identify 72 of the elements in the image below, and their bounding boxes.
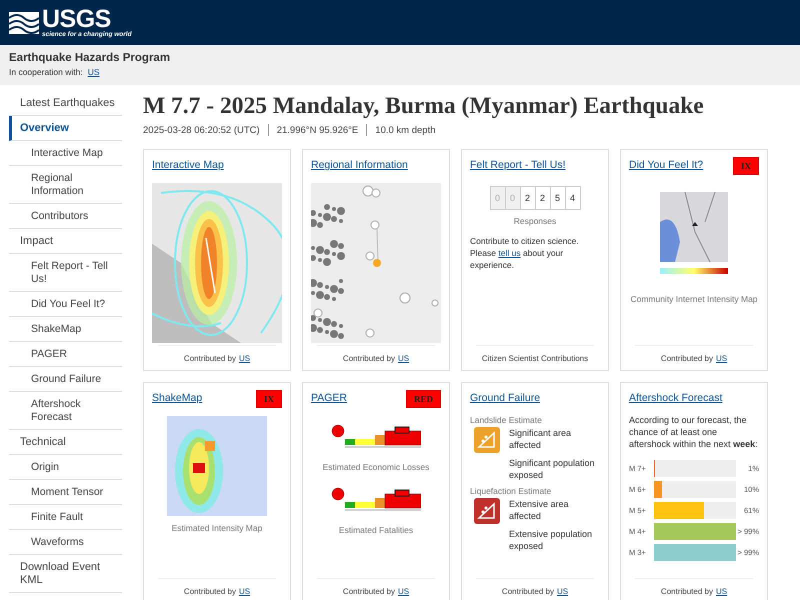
footer-text: Contributed by (184, 586, 236, 596)
footer-text: Contributed by (660, 586, 713, 596)
felt-invitation-text: Contribute to citizen science. Please tell us about your experience. (470, 235, 580, 271)
card-title-link[interactable]: ShakeMap (152, 392, 202, 404)
footer-text: Contributed by (502, 586, 554, 596)
response-digit: 5 (550, 187, 566, 209)
estimate-text: Significant population exposed (509, 457, 596, 481)
sidebar-item[interactable]: Regional Information (9, 166, 122, 204)
event-location: 21.996°N 95.926°E (276, 124, 358, 136)
contributor-link[interactable]: US (556, 586, 568, 596)
sidebar-item[interactable]: Latest Earthquakes (9, 91, 122, 116)
estimate-text: Extensive area affected (509, 498, 570, 522)
sidebar-item[interactable]: Interactive Map (9, 141, 122, 166)
estimate-heading: Liquefaction Estimate (470, 486, 552, 496)
estimate-heading: Landslide Estimate (470, 415, 543, 425)
sidebar-item[interactable]: Impact (9, 229, 122, 254)
wave-logo-icon (9, 12, 39, 34)
sidebar-item[interactable]: Did You Feel It? (9, 292, 122, 317)
sidebar-item[interactable]: ShakeMap (9, 317, 122, 342)
pager-caption: Estimated Fatalities (338, 524, 414, 536)
sidebar-item[interactable]: Technical (9, 430, 122, 455)
cooperation-link[interactable]: US (88, 66, 100, 78)
map-caption: Estimated Intensity Map (172, 522, 262, 534)
event-title: M 7.7 - 2025 Mandalay, Burma (Myanmar) Earthquake (143, 92, 705, 120)
sidebar-item[interactable]: Waveforms (9, 530, 122, 555)
footer-text: Citizen Scientist Contributions (482, 354, 588, 362)
sidebar-item[interactable]: Ground Failure (9, 367, 122, 392)
map-caption: Community Internet Intensity Map (630, 293, 758, 305)
card-title-link[interactable]: Did You Feel It? (629, 159, 704, 171)
event-depth: 10.0 km depth (375, 124, 436, 136)
footer-text: Contributed by (184, 354, 236, 362)
contributor-link[interactable]: US (716, 586, 728, 596)
estimate-text: Extensive population exposed (509, 528, 594, 552)
sidebar-item[interactable]: PAGER (9, 342, 122, 367)
sidebar-item[interactable]: Contributors (9, 204, 122, 229)
contributor-link[interactable]: US (238, 586, 250, 596)
forecast-intro-text: According to our forecast, the chance of at least one aftershock within the next week: (629, 414, 759, 450)
sidebar-item[interactable]: Felt Report - Tell Us! (9, 254, 122, 292)
card-title-link[interactable]: Interactive Map (152, 159, 224, 171)
estimate-text: Significant area affected (509, 427, 572, 451)
card-title-link[interactable]: Aftershock Forecast (629, 392, 722, 404)
event-time: 2025-03-28 06:20:52 (UTC) (143, 124, 260, 136)
sidebar-item[interactable]: Download Event KML (9, 555, 122, 593)
contributor-link[interactable]: US (716, 354, 728, 362)
alert-badge: IX (256, 390, 282, 408)
card-title-link[interactable]: Felt Report - Tell Us! (470, 159, 566, 171)
sidebar-item[interactable]: Overview (9, 116, 122, 141)
footer-text: Contributed by (342, 586, 395, 596)
logo-wordmark[interactable]: USGS (42, 6, 132, 30)
footer-text: Contributed by (660, 354, 713, 362)
alert-badge: IX (732, 157, 759, 175)
sidebar-item[interactable]: Origin (9, 455, 122, 480)
sidebar-item[interactable]: Aftershock Forecast (9, 392, 122, 430)
footer-text: Contributed by (342, 354, 395, 362)
alert-badge: RED (406, 390, 441, 408)
contributor-link[interactable]: US (238, 354, 250, 362)
program-title: Earthquake Hazards Program (9, 51, 172, 66)
pager-caption: Estimated Economic Losses (322, 461, 430, 473)
sidebar-item[interactable]: Moment Tensor (9, 480, 122, 505)
sidebar-item[interactable]: Finite Fault (9, 505, 122, 530)
response-digit: 2 (520, 187, 536, 209)
tell-us-link[interactable]: tell us (498, 248, 521, 258)
contributor-link[interactable]: US (398, 354, 410, 362)
response-digit: 2 (536, 187, 550, 209)
response-digit: 0 (506, 187, 520, 209)
response-digit: 0 (490, 187, 506, 209)
responses-label: Responses (514, 216, 556, 226)
card-title-link[interactable]: Ground Failure (470, 392, 540, 404)
card-title-link[interactable]: PAGER (311, 392, 347, 404)
contributor-link[interactable]: US (398, 586, 410, 596)
card-title-link[interactable]: Regional Information (311, 159, 408, 171)
cooperation-label: In cooperation with: (9, 66, 83, 78)
